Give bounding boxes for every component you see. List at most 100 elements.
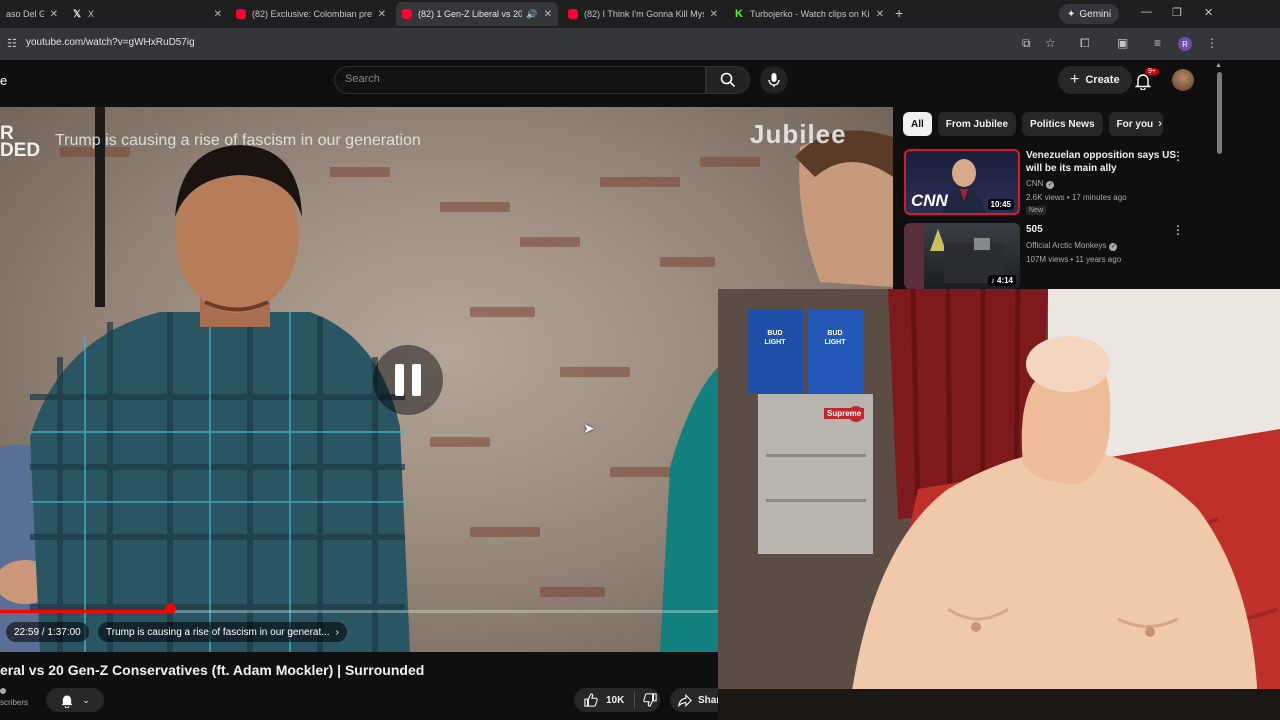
topic-overlay-text: Trump is causing a rise of fascism in ou…	[55, 132, 421, 149]
gemini-button[interactable]: ✦ Gemini	[1059, 4, 1120, 24]
browser-tab-3[interactable]: (82) Exclusive: Colombian presi ✕	[230, 2, 392, 26]
like-button[interactable]: 10K	[574, 688, 660, 712]
search-button[interactable]	[706, 66, 750, 94]
scrollbar-thumb[interactable]	[1217, 72, 1222, 154]
like-count: 10K	[606, 694, 625, 706]
share-arrow-icon	[678, 693, 692, 707]
x-logo-icon: 𝕏	[72, 8, 82, 20]
speaker-icon[interactable]: 🔊	[526, 9, 537, 20]
notifications-button[interactable]	[1134, 72, 1152, 95]
video-thumbnail[interactable]: ♪ 4:14	[904, 223, 1020, 289]
youtube-favicon-icon	[402, 9, 412, 19]
kebab-menu-icon[interactable]: ⋮	[1206, 36, 1218, 50]
browser-tab-6[interactable]: K Turbojerko - Watch clips on Ki ✕	[728, 2, 890, 26]
site-info-icon[interactable]: ☷	[7, 37, 17, 50]
microphone-icon	[768, 73, 780, 87]
show-logo-line-2: DED	[0, 140, 41, 161]
tab-title: aso Del Gi	[6, 9, 44, 19]
box-label-left: BUD LIGHT	[764, 330, 786, 346]
supreme-sign: Supreme	[824, 408, 865, 419]
subscriber-count: scribers	[0, 698, 29, 707]
gemini-label: Gemini	[1079, 8, 1112, 20]
more-options-icon[interactable]: ⋮	[1172, 223, 1184, 237]
side-panel-icon[interactable]: ▣	[1117, 36, 1128, 50]
video-thumbnail[interactable]: CNN 10:45	[904, 149, 1020, 215]
mouse-cursor-icon: ➤	[583, 420, 595, 436]
create-button[interactable]: + Create	[1058, 66, 1132, 94]
tab-title: X	[88, 9, 95, 19]
video-duration: ♪ 4:14	[987, 275, 1016, 286]
video-duration: 10:45	[987, 199, 1014, 210]
recommendation-meta: 2.6K views • 17 minutes ago	[1026, 193, 1127, 202]
pause-icon-bar-right	[412, 364, 421, 396]
search-box	[334, 66, 706, 94]
tab-title: (82) 1 Gen-Z Liberal vs 20 G	[418, 9, 523, 19]
thumbs-down-icon[interactable]	[643, 693, 658, 707]
create-label: Create	[1085, 74, 1120, 86]
channel-name: CNN	[1026, 179, 1044, 188]
more-options-icon[interactable]: ⋮	[1172, 149, 1184, 163]
voice-search-button[interactable]	[760, 66, 788, 94]
restore-icon[interactable]: ❐	[1172, 6, 1182, 19]
browser-tab-4-active[interactable]: (82) 1 Gen-Z Liberal vs 20 G 🔊 ✕	[396, 2, 558, 26]
close-icon[interactable]: ✕	[50, 9, 58, 20]
chip-from-jubilee[interactable]: From Jubilee	[937, 112, 1017, 136]
browser-profile-avatar[interactable]: R	[1178, 37, 1192, 51]
duration-text: 4:14	[996, 276, 1013, 285]
chapter-title: Trump is causing a rise of fascism in ou…	[106, 626, 330, 638]
browser-tab-5[interactable]: (82) I Think I'm Gonna Kill Mys ✕	[562, 2, 724, 26]
pause-button[interactable]	[373, 345, 443, 415]
install-app-icon[interactable]: ⧉	[1022, 36, 1031, 51]
close-icon[interactable]: ✕	[544, 9, 552, 20]
recommendation-title[interactable]: 505	[1026, 223, 1186, 236]
recommendation-item[interactable]: CNN 10:45 Venezuelan opposition says US …	[904, 149, 1214, 215]
browser-tab-bar: aso Del Gi ✕ 𝕏 X ✕ (82) Exclusive: Colom…	[0, 0, 1280, 28]
recommendation-channel[interactable]: CNN ✓	[1026, 179, 1055, 189]
time-display: 22:59 / 1:37:00	[6, 622, 89, 642]
url-field[interactable]: youtube.com/watch?v=gWHxRuD57ig	[26, 37, 195, 48]
minimize-icon[interactable]: —	[1141, 6, 1152, 18]
browser-tab-1[interactable]: aso Del Gi ✕	[0, 2, 64, 26]
search-input[interactable]	[345, 73, 685, 85]
new-tab-button[interactable]: +	[895, 5, 903, 21]
address-bar: ☷ youtube.com/watch?v=gWHxRuD57ig ⧉ ☆ ⧠ …	[0, 28, 1280, 60]
search-icon	[720, 72, 736, 88]
close-icon[interactable]: ✕	[214, 9, 222, 20]
close-icon[interactable]: ✕	[876, 9, 884, 20]
webcam-overlay: Supreme BUD LIGHT BUD LIGHT	[718, 289, 1280, 720]
verified-check-icon: ✓	[1046, 181, 1055, 189]
chapter-button[interactable]: Trump is causing a rise of fascism in ou…	[98, 622, 347, 642]
media-controls-icon[interactable]: ≡	[1154, 36, 1161, 50]
progress-bar[interactable]	[0, 610, 718, 613]
filter-chips: All From Jubilee Politics News For you	[903, 112, 1163, 136]
recommendation-channel[interactable]: Official Arctic Monkeys ✓	[1026, 241, 1118, 251]
bookmark-star-icon[interactable]: ☆	[1045, 36, 1056, 50]
new-badge: New	[1026, 206, 1047, 215]
chip-politics-news[interactable]: Politics News	[1022, 112, 1103, 136]
box-label-right: BUD LIGHT	[824, 330, 846, 346]
browser-tab-2[interactable]: 𝕏 X ✕	[66, 2, 228, 26]
pause-icon-bar-left	[395, 364, 404, 396]
youtube-favicon-icon	[236, 9, 246, 19]
close-icon[interactable]: ✕	[378, 9, 386, 20]
subscription-bell-button[interactable]: ⌄	[46, 688, 104, 712]
avatar[interactable]	[1172, 69, 1194, 91]
chip-all[interactable]: All	[903, 112, 932, 136]
window-close-icon[interactable]: ✕	[1204, 6, 1213, 19]
chevron-right-icon[interactable]: ›	[1158, 116, 1162, 130]
tab-title: Turbojerko - Watch clips on Ki	[750, 9, 870, 19]
webcam-scene	[718, 289, 1280, 720]
thumbs-up-icon	[584, 693, 598, 707]
recommendation-title[interactable]: Venezuelan opposition says US will be it…	[1026, 149, 1186, 175]
chevron-down-icon: ⌄	[82, 694, 90, 705]
jubilee-watermark: Jubilee	[750, 119, 847, 149]
close-icon[interactable]: ✕	[710, 9, 718, 20]
extensions-icon[interactable]: ⧠	[1080, 36, 1090, 51]
youtube-logo[interactable]: e	[0, 73, 7, 88]
chip-for-you[interactable]: For you	[1108, 112, 1163, 136]
recommendation-item[interactable]: ♪ 4:14 505 Official Arctic Monkeys ✓ 107M…	[904, 223, 1214, 289]
youtube-header: e + Create	[0, 60, 1220, 106]
recommendation-meta: 107M views • 11 years ago	[1026, 255, 1122, 264]
tab-title: (82) Exclusive: Colombian presi	[252, 9, 372, 19]
scroll-up-arrow-icon[interactable]: ▲	[1215, 62, 1222, 69]
